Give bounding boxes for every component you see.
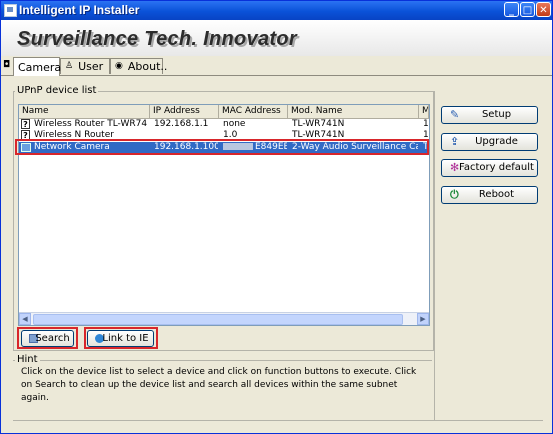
device-list[interactable]: Name IP Address MAC Address Mod. Name M … (18, 104, 430, 326)
maximize-button[interactable]: □ (520, 2, 535, 17)
device-name: Wireless Router TL-WR741N (34, 119, 148, 129)
tab-about[interactable]: ◉ About.. (110, 58, 167, 74)
tab-camera-label: Camera (18, 60, 62, 74)
column-m[interactable]: M (419, 105, 429, 118)
hint-divider (13, 360, 432, 361)
tab-bar: Camera ♙ User ◉ About.. (1, 57, 552, 76)
upgrade-label: Upgrade (475, 136, 518, 147)
column-model-name[interactable]: Mod. Name (288, 105, 419, 118)
device-mac: none (223, 119, 246, 129)
tab-user-label: User (78, 60, 104, 73)
highlight-box-search (17, 327, 78, 349)
column-ip-address[interactable]: IP Address (150, 105, 219, 118)
column-mac-address[interactable]: MAC Address (219, 105, 288, 118)
banner-slogan: Surveillance Tech. Innovator (17, 28, 297, 50)
device-model: TL-WR741N (292, 119, 345, 129)
tab-about-label: About.. (127, 60, 168, 73)
tab-camera[interactable]: Camera (13, 57, 62, 76)
hint-label: Hint (15, 354, 40, 365)
info-icon: ◉ (115, 61, 123, 71)
highlight-box-link-ie (84, 327, 158, 349)
horizontal-scrollbar[interactable]: ◀ ▶ (19, 312, 429, 325)
device-extra: 1 (423, 119, 429, 129)
scroll-left-icon[interactable]: ◀ (19, 313, 31, 325)
user-icon: ♙ (65, 61, 74, 71)
tab-divider (1, 75, 552, 76)
title-bar[interactable]: Intelligent IP Installer _ □ ✕ (1, 1, 552, 20)
highlight-box-device (15, 139, 429, 155)
unknown-device-icon: ? (21, 119, 30, 129)
minimize-button[interactable]: _ (504, 2, 519, 17)
app-window: Intelligent IP Installer _ □ ✕ Surveilla… (0, 0, 553, 434)
banner: Surveillance Tech. Innovator (1, 20, 552, 56)
reboot-label: Reboot (478, 189, 515, 200)
scroll-thumb[interactable] (33, 314, 403, 325)
upgrade-button[interactable]: ⇪ Upgrade (441, 133, 538, 151)
factory-default-button[interactable]: ✻ Factory default (441, 159, 538, 177)
scroll-right-icon[interactable]: ▶ (417, 313, 429, 325)
device-list-header: Name IP Address MAC Address Mod. Name M (19, 105, 429, 119)
reboot-button[interactable]: ⏻ Reboot (441, 186, 538, 204)
device-row[interactable]: ? Wireless Router TL-WR741N 192.168.1.1 … (19, 119, 429, 130)
setup-button[interactable]: ✎ Setup (441, 106, 538, 124)
device-ip: 192.168.1.1 (154, 119, 209, 129)
app-icon (4, 4, 17, 17)
column-name[interactable]: Name (19, 105, 150, 118)
bottom-divider (13, 420, 543, 421)
panel-divider (434, 91, 435, 421)
window-title: Intelligent IP Installer (19, 3, 140, 17)
close-button[interactable]: ✕ (536, 2, 551, 17)
tab-user[interactable]: ♙ User (60, 58, 110, 74)
hint-text: Click on the device list to select a dev… (21, 367, 417, 403)
setup-label: Setup (481, 109, 512, 120)
factory-default-label: Factory default (459, 162, 534, 173)
upnp-group-label: UPnP device list (15, 85, 99, 96)
